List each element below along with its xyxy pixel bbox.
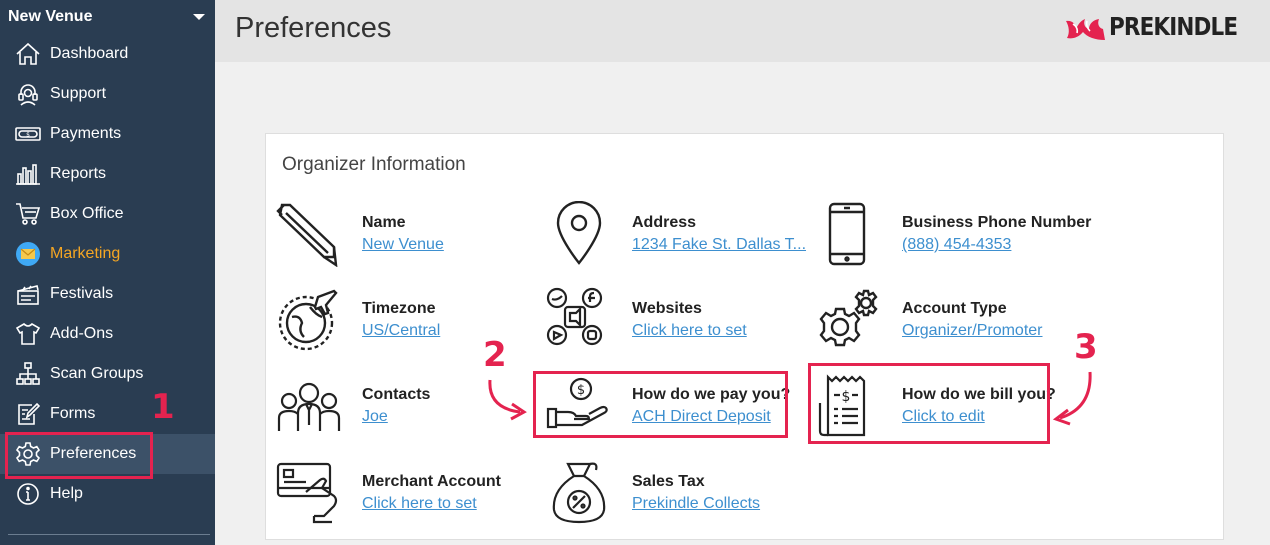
item-label: Contacts	[362, 386, 431, 403]
hierarchy-icon	[14, 360, 42, 388]
item-label: Address	[632, 214, 697, 231]
caret-down-icon	[193, 14, 205, 20]
timezone-link[interactable]: US/Central	[362, 322, 440, 340]
contacts-field: Contacts Joe	[276, 373, 546, 453]
item-label: Merchant Account	[362, 473, 501, 490]
sidebar-item-scan-groups[interactable]: Scan Groups	[0, 354, 215, 394]
tax-bag-icon	[552, 462, 606, 524]
svg-text:$: $	[26, 132, 30, 139]
money-icon: $	[14, 120, 42, 148]
phone-link[interactable]: (888) 454-4353	[902, 236, 1011, 254]
people-group-icon	[277, 382, 341, 431]
item-label: Business Phone Number	[902, 214, 1092, 231]
address-field: Address 1234 Fake St. Dallas T...	[546, 201, 816, 281]
sidebar-item-marketing[interactable]: Marketing	[0, 234, 215, 274]
sidebar-item-label: Forms	[50, 405, 96, 422]
account-type-link[interactable]: Organizer/Promoter	[902, 322, 1043, 340]
venue-name: New Venue	[8, 8, 93, 25]
globe-plane-icon	[278, 289, 338, 351]
annotation-number-2: 2	[483, 335, 507, 375]
address-link[interactable]: 1234 Fake St. Dallas T...	[632, 236, 806, 254]
highlight-box-pay	[533, 371, 788, 438]
home-icon	[14, 40, 42, 68]
page-title: Preferences	[235, 12, 392, 44]
sidebar-item-payments[interactable]: $ Payments	[0, 114, 215, 154]
gears-icon	[819, 289, 878, 347]
phone-icon	[828, 202, 866, 266]
sidebar-item-label: Reports	[50, 165, 107, 182]
sidebar-item-dashboard[interactable]: Dashboard	[0, 34, 215, 74]
sidebar-divider	[8, 534, 210, 535]
map-pin-icon	[556, 201, 602, 265]
sidebar-item-label: Payments	[50, 125, 122, 142]
credit-card-hand-icon	[276, 462, 338, 524]
sidebar-item-label: Support	[50, 85, 107, 102]
sidebar-item-support[interactable]: Support	[0, 74, 215, 114]
pen-icon	[276, 203, 338, 267]
tshirt-icon	[14, 320, 42, 348]
logo-wordmark: PREKINDLE	[1108, 11, 1238, 41]
merchant-account-field: Merchant Account Click here to set	[276, 460, 546, 540]
bar-chart-icon	[14, 160, 42, 188]
business-phone-field: Business Phone Number (888) 454-4353	[816, 201, 1091, 281]
cart-icon	[14, 200, 42, 228]
sales-tax-link[interactable]: Prekindle Collects	[632, 495, 760, 513]
annotation-number-3: 3	[1074, 327, 1098, 367]
sidebar-item-label: Scan Groups	[50, 365, 144, 382]
sidebar-item-label: Marketing	[50, 245, 121, 262]
sidebar-item-label: Help	[50, 485, 83, 502]
sidebar-item-label: Dashboard	[50, 45, 129, 62]
account-type-field: Account Type Organizer/Promoter	[816, 287, 1086, 367]
prekindle-logo[interactable]: PREKINDLE	[1065, 11, 1258, 41]
sidebar-item-label: Box Office	[50, 205, 124, 222]
sidebar-item-reports[interactable]: Reports	[0, 154, 215, 194]
name-link[interactable]: New Venue	[362, 236, 444, 254]
contacts-link[interactable]: Joe	[362, 408, 388, 426]
websites-field: Websites Click here to set	[546, 287, 816, 367]
top-bar: Preferences PREKINDLE	[215, 0, 1270, 62]
headset-icon	[14, 80, 42, 108]
sidebar-item-help[interactable]: Help	[0, 474, 215, 514]
item-label: Timezone	[362, 300, 436, 317]
annotation-number-1: 1	[151, 387, 175, 427]
sidebar-item-label: Festivals	[50, 285, 114, 302]
info-icon	[14, 480, 42, 508]
mail-icon	[14, 240, 42, 268]
form-edit-icon	[14, 400, 42, 428]
item-label: Account Type	[902, 300, 1007, 317]
highlight-box-preferences	[5, 432, 153, 479]
clapperboard-icon	[14, 280, 42, 308]
sidebar-item-box-office[interactable]: Box Office	[0, 194, 215, 234]
social-network-icon	[546, 287, 603, 346]
card-title: Organizer Information	[282, 154, 466, 175]
websites-link[interactable]: Click here to set	[632, 322, 747, 340]
sidebar-item-label: Add-Ons	[50, 325, 114, 342]
item-label: Websites	[632, 300, 702, 317]
sidebar-item-add-ons[interactable]: Add-Ons	[0, 314, 215, 354]
flame-logo-icon	[1065, 19, 1105, 40]
merchant-account-link[interactable]: Click here to set	[362, 495, 477, 513]
highlight-box-bill	[808, 363, 1050, 444]
item-label: Name	[362, 214, 406, 231]
sidebar-item-festivals[interactable]: Festivals	[0, 274, 215, 314]
venue-selector[interactable]: New Venue	[0, 0, 215, 34]
sidebar-item-forms[interactable]: Forms	[0, 394, 215, 434]
name-field: Name New Venue	[276, 201, 546, 281]
item-label: Sales Tax	[632, 473, 705, 490]
sales-tax-field: Sales Tax Prekindle Collects	[546, 460, 816, 540]
